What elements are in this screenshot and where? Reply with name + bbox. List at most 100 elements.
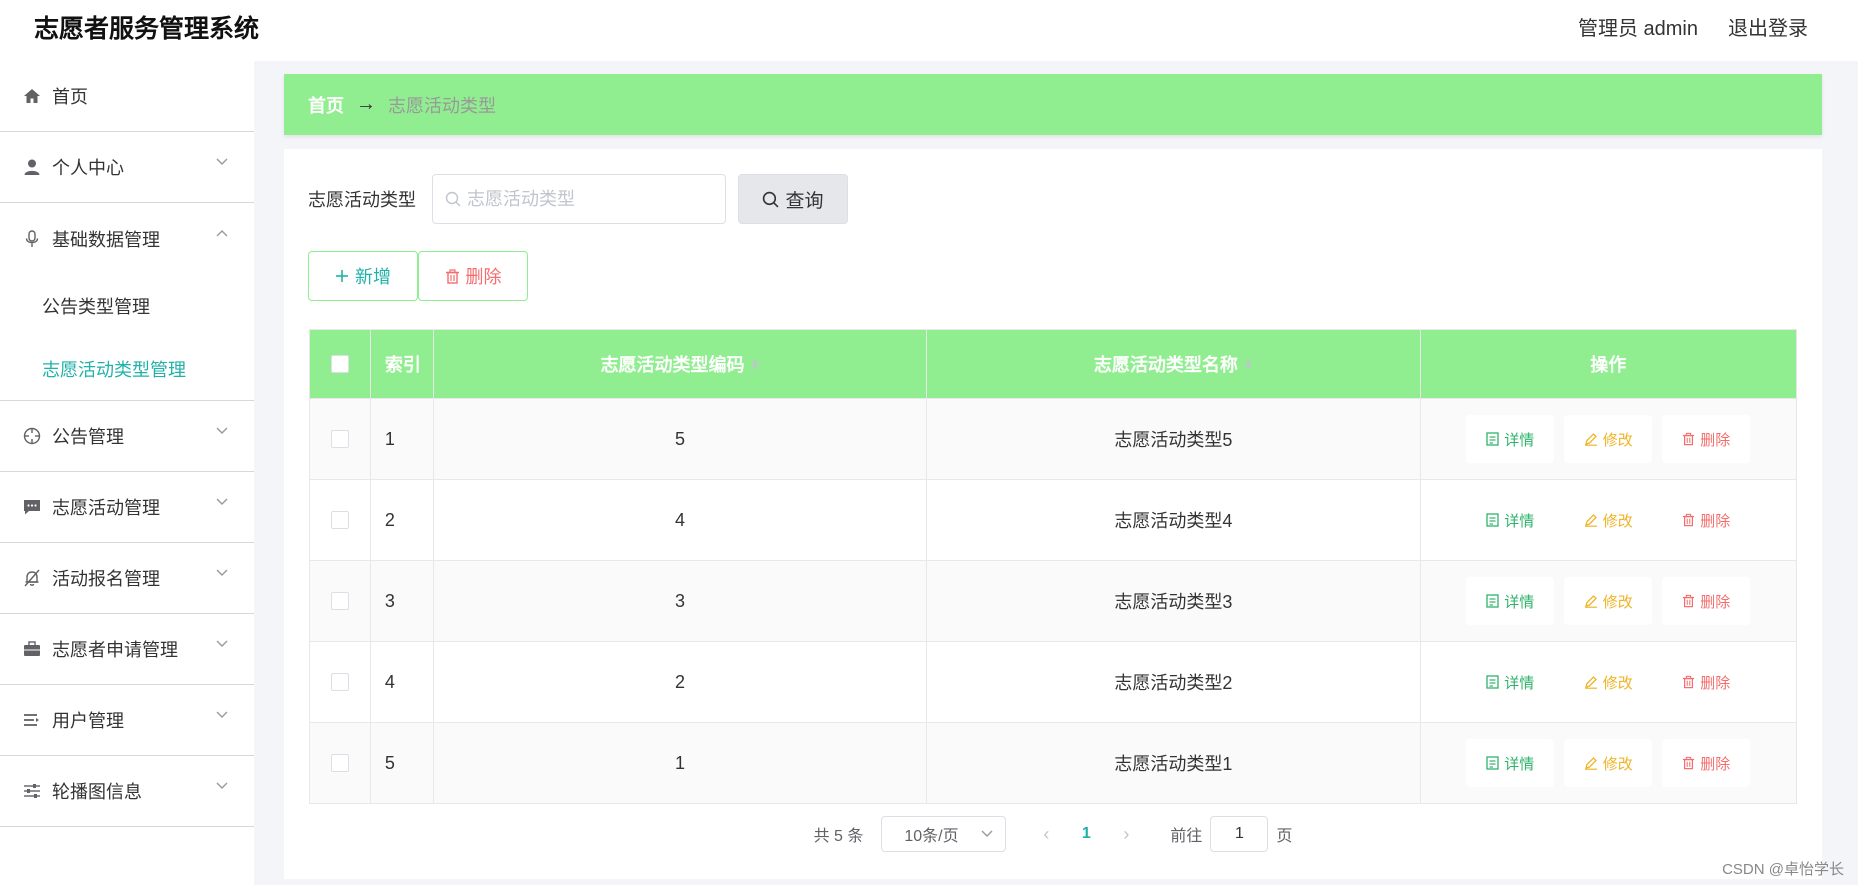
header-code[interactable]: 志愿活动类型编码 ▲ ▼ bbox=[434, 330, 928, 398]
detail-button[interactable]: 详情 bbox=[1466, 496, 1555, 544]
query-button-label: 查询 bbox=[785, 190, 824, 212]
detail-button[interactable]: 详情 bbox=[1466, 658, 1555, 706]
table-body: 1 5 志愿活动类型5 详情 修改 删除 2 4 志愿活动类型4 详情 修改 删除 3 3 志愿活动类型3 详… bbox=[310, 398, 1796, 803]
add-button[interactable]: 新增 bbox=[308, 251, 418, 301]
chevron-down-icon bbox=[216, 427, 228, 435]
sort-icon[interactable]: ▲ ▼ bbox=[1244, 357, 1253, 372]
detail-button[interactable]: 详情 bbox=[1466, 739, 1555, 787]
row-checkbox-cell bbox=[310, 561, 371, 641]
row-checkbox-cell bbox=[310, 723, 371, 803]
document-icon bbox=[1486, 675, 1499, 689]
row-checkbox[interactable] bbox=[330, 430, 349, 448]
pencil-icon bbox=[1584, 432, 1598, 446]
cell-code: 2 bbox=[434, 642, 928, 722]
table-row: 1 5 志愿活动类型5 详情 修改 删除 bbox=[310, 398, 1796, 479]
current-user-label: 管理员 admin bbox=[1577, 18, 1698, 40]
cell-ops: 详情 修改 删除 bbox=[1421, 561, 1796, 641]
chevron-down-icon bbox=[216, 569, 228, 577]
goto-suffix: 页 bbox=[1276, 828, 1293, 845]
pencil-icon bbox=[1584, 675, 1598, 689]
sidebar-subitem-activity-type[interactable]: 志愿活动类型管理 bbox=[0, 337, 254, 400]
edit-button[interactable]: 修改 bbox=[1564, 496, 1653, 544]
delete-button[interactable]: 删除 bbox=[1662, 739, 1751, 787]
app-title: 志愿者服务管理系统 bbox=[34, 15, 260, 43]
delete-button-label: 删除 bbox=[1700, 431, 1731, 449]
pencil-icon bbox=[1584, 594, 1598, 608]
table-row: 4 2 志愿活动类型2 详情 修改 删除 bbox=[310, 641, 1796, 722]
sidebar-item-basic-data[interactable]: 基础数据管理 bbox=[0, 203, 254, 274]
sidebar-item-notice[interactable]: 公告管理 bbox=[0, 401, 254, 472]
edit-button[interactable]: 修改 bbox=[1564, 658, 1653, 706]
sidebar-item-activity[interactable]: 志愿活动管理 bbox=[0, 472, 254, 543]
sort-icon[interactable]: ▲ ▼ bbox=[751, 357, 760, 372]
page-number-current[interactable]: 1 bbox=[1062, 825, 1110, 843]
goto-page-input[interactable] bbox=[1210, 816, 1269, 852]
header-name[interactable]: 志愿活动类型名称 ▲ ▼ bbox=[927, 330, 1421, 398]
document-icon bbox=[1486, 594, 1499, 608]
sidebar-item-label: 公告管理 bbox=[52, 427, 124, 447]
pencil-icon bbox=[1584, 513, 1598, 527]
top-header: 志愿者服务管理系统 管理员 admin 退出登录 bbox=[0, 0, 1858, 50]
cell-code: 5 bbox=[434, 399, 928, 479]
cell-index: 5 bbox=[371, 723, 434, 803]
sidebar-item-carousel[interactable]: 轮播图信息 bbox=[0, 756, 254, 827]
basic-data-submenu: 公告类型管理 志愿活动类型管理 bbox=[0, 274, 254, 401]
chevron-down-icon bbox=[216, 158, 228, 166]
sidebar-item-volunteer-application[interactable]: 志愿者申请管理 bbox=[0, 614, 254, 685]
cell-code: 4 bbox=[434, 480, 928, 560]
logout-link[interactable]: 退出登录 bbox=[1728, 12, 1808, 41]
page-size-select[interactable]: 10条/页 bbox=[881, 816, 1007, 852]
trash-icon bbox=[445, 268, 460, 284]
chevron-up-icon bbox=[216, 229, 228, 237]
cell-ops: 详情 修改 删除 bbox=[1421, 480, 1796, 560]
sliders-icon bbox=[22, 781, 42, 801]
bell-off-icon bbox=[22, 568, 42, 588]
edit-button[interactable]: 修改 bbox=[1564, 577, 1653, 625]
sidebar-item-personal-center[interactable]: 个人中心 bbox=[0, 132, 254, 203]
trash-icon bbox=[1682, 675, 1695, 689]
row-checkbox[interactable] bbox=[330, 754, 349, 772]
detail-button[interactable]: 详情 bbox=[1466, 415, 1555, 463]
prev-page-button[interactable]: ‹ bbox=[1030, 824, 1062, 845]
row-checkbox-cell bbox=[310, 480, 371, 560]
select-all-checkbox[interactable] bbox=[330, 355, 349, 373]
detail-button-label: 详情 bbox=[1504, 593, 1535, 611]
row-checkbox[interactable] bbox=[330, 673, 349, 691]
delete-button[interactable]: 删除 bbox=[1662, 496, 1751, 544]
next-page-button[interactable]: › bbox=[1110, 824, 1142, 845]
search-box bbox=[432, 174, 726, 224]
chevron-down-icon bbox=[216, 640, 228, 648]
trash-icon bbox=[1682, 432, 1695, 446]
chevron-down-icon bbox=[981, 830, 993, 838]
sidebar-subitem-notice-type[interactable]: 公告类型管理 bbox=[0, 274, 254, 337]
breadcrumb-arrow-icon: → bbox=[356, 93, 376, 115]
row-checkbox[interactable] bbox=[330, 592, 349, 610]
header-user-area: 管理员 admin 退出登录 bbox=[1578, 12, 1808, 41]
breadcrumb: 首页 → 志愿活动类型 bbox=[284, 74, 1822, 135]
delete-button[interactable]: 删除 bbox=[1662, 577, 1751, 625]
row-checkbox[interactable] bbox=[330, 511, 349, 529]
delete-button[interactable]: 删除 bbox=[1662, 415, 1751, 463]
query-button[interactable]: 查询 bbox=[738, 174, 848, 224]
sidebar-item-registration[interactable]: 活动报名管理 bbox=[0, 543, 254, 614]
document-icon bbox=[1486, 432, 1499, 446]
sidebar-item-label: 基础数据管理 bbox=[52, 229, 160, 250]
cell-index: 3 bbox=[371, 561, 434, 641]
edit-button-label: 修改 bbox=[1602, 593, 1633, 611]
search-input[interactable] bbox=[467, 188, 707, 210]
delete-button[interactable]: 删除 bbox=[1662, 658, 1751, 706]
bulk-delete-button[interactable]: 删除 bbox=[418, 251, 528, 301]
cell-name: 志愿活动类型4 bbox=[927, 480, 1421, 560]
header-index: 索引 bbox=[371, 330, 434, 398]
breadcrumb-home-link[interactable]: 首页 bbox=[308, 92, 344, 118]
goto-label: 前往 bbox=[1170, 828, 1203, 845]
briefcase-icon bbox=[22, 639, 42, 659]
sidebar-item-home[interactable]: 首页 bbox=[0, 61, 254, 132]
edit-button[interactable]: 修改 bbox=[1564, 739, 1653, 787]
table-row: 2 4 志愿活动类型4 详情 修改 删除 bbox=[310, 479, 1796, 560]
sidebar-item-user-management[interactable]: 用户管理 bbox=[0, 685, 254, 756]
content-panel: 志愿活动类型 查询 新增 删除 bbox=[284, 149, 1822, 879]
chevron-down-icon bbox=[216, 711, 228, 719]
edit-button[interactable]: 修改 bbox=[1564, 415, 1653, 463]
detail-button[interactable]: 详情 bbox=[1466, 577, 1555, 625]
